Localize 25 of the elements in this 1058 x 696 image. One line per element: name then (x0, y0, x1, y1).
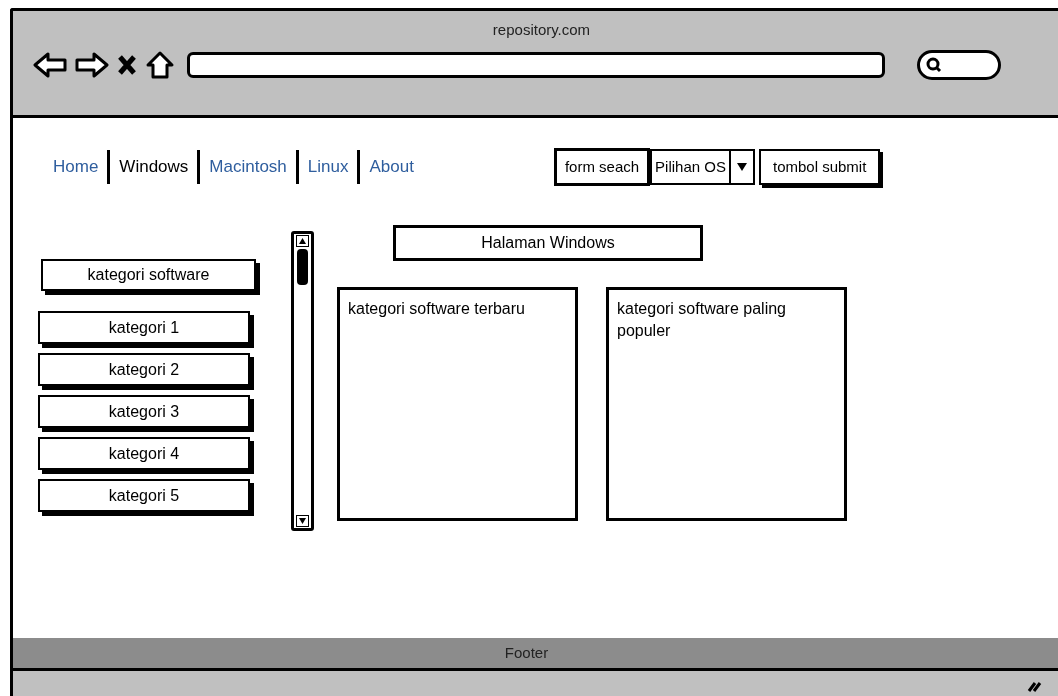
footer-text: Footer (504, 642, 549, 663)
home-icon[interactable] (145, 49, 175, 80)
search-field[interactable] (917, 49, 1001, 80)
nav-link[interactable]: Home (53, 154, 99, 180)
search-form-field[interactable]: form seach (553, 148, 651, 186)
nav-link[interactable]: Macintosh (209, 154, 287, 180)
submit-button[interactable]: tombol submit (758, 149, 881, 185)
panel-heading: kategori software paling populer (617, 299, 787, 341)
window-title: repository.com (492, 20, 591, 40)
scroll-down-icon[interactable] (296, 515, 309, 527)
page-title: Halaman Windows (393, 225, 703, 261)
os-dropdown[interactable]: Pilihan OS (650, 149, 755, 185)
forward-arrow-icon[interactable] (75, 50, 109, 79)
search-icon (926, 56, 942, 73)
back-arrow-icon[interactable] (33, 50, 67, 79)
scroll-up-icon[interactable] (296, 235, 309, 247)
dropdown-caret-icon (735, 162, 748, 172)
panel-heading: kategori software terbaru (348, 299, 526, 319)
close-icon[interactable] (117, 53, 137, 76)
scrollbar[interactable] (291, 231, 314, 531)
nav-link[interactable]: About (369, 154, 414, 180)
nav-link[interactable]: Windows (119, 154, 189, 180)
nav-link[interactable]: Linux (307, 154, 349, 180)
scroll-thumb[interactable] (297, 249, 308, 285)
address-bar[interactable] (187, 51, 885, 78)
